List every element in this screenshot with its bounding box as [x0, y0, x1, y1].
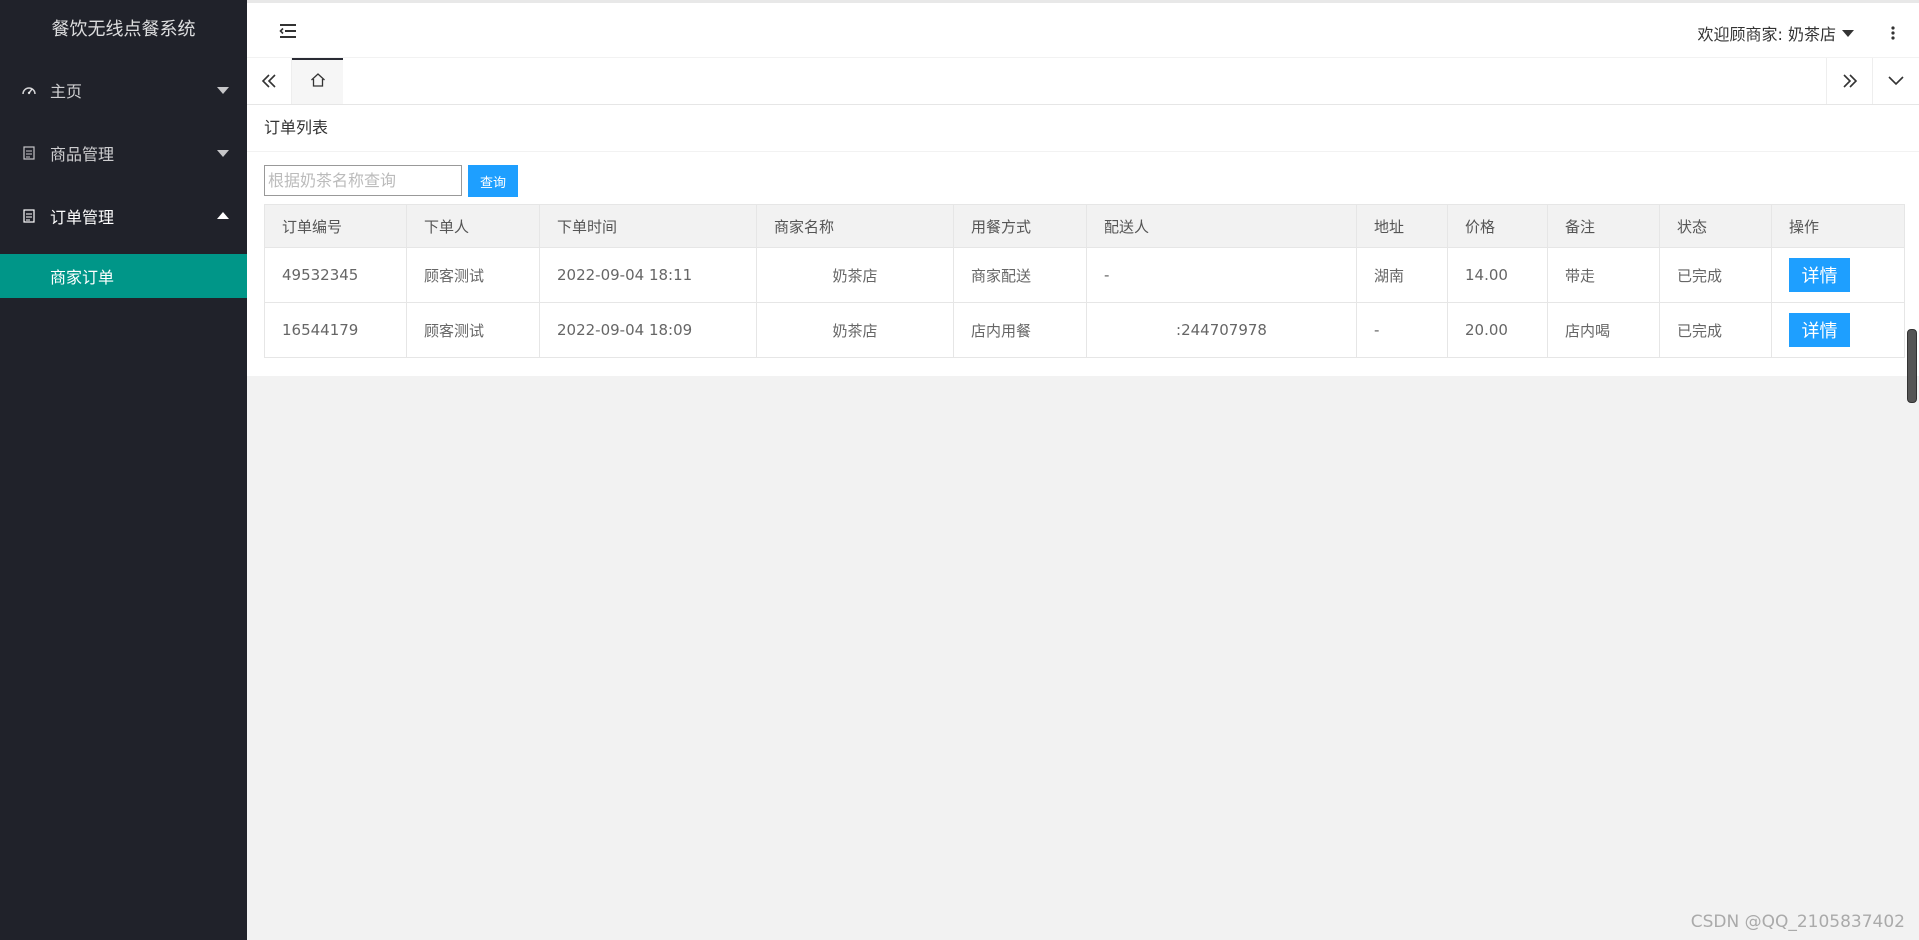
cell-customer: 顾客测试	[406, 247, 540, 303]
column-header: 下单人	[406, 204, 540, 248]
table-row: 16544179 顾客测试 2022-09-04 18:09 奶茶店 店内用餐 …	[264, 302, 1905, 358]
chevron-down-icon	[217, 150, 229, 157]
cell-price: 20.00	[1447, 302, 1548, 358]
menu-toggle-icon[interactable]	[279, 23, 297, 43]
column-header: 状态	[1659, 204, 1772, 248]
cell-status: 已完成	[1659, 247, 1772, 303]
column-header: 价格	[1447, 204, 1548, 248]
cell-time: 2022-09-04 18:11	[539, 247, 757, 303]
tabs-menu-chevron-down-icon[interactable]	[1872, 58, 1919, 104]
cell-action: 详情	[1771, 302, 1905, 358]
cell-courier: :244707978	[1086, 302, 1357, 358]
caret-down-icon	[1842, 29, 1854, 37]
tabs-scroll-left-icon[interactable]	[247, 58, 292, 104]
document-icon	[20, 146, 38, 160]
card-title: 订单列表	[247, 105, 1919, 152]
cell-merchant: 奶茶店	[756, 247, 954, 303]
chevron-up-icon	[217, 212, 229, 219]
search-input[interactable]	[264, 165, 462, 196]
column-header: 地址	[1356, 204, 1448, 248]
user-menu[interactable]: 欢迎顾商家: 奶茶店	[1698, 21, 1854, 45]
detail-button[interactable]: 详情	[1789, 313, 1850, 347]
order-list-card: 订单列表 查询 订单编号 下单人 下单时间 商家名称 用餐方式 配送人 地址 价…	[247, 105, 1919, 376]
more-vertical-icon[interactable]	[1891, 25, 1895, 44]
top-header: 欢迎顾商家: 奶茶店	[247, 0, 1919, 58]
welcome-text: 欢迎顾商家: 奶茶店	[1697, 25, 1836, 44]
cell-customer: 顾客测试	[406, 302, 540, 358]
sidebar-item-label: 订单管理	[50, 208, 115, 227]
column-header: 配送人	[1086, 204, 1357, 248]
cell-courier: -	[1086, 247, 1357, 303]
cell-note: 店内喝	[1547, 302, 1660, 358]
sidebar-item-products[interactable]: 商品管理	[0, 128, 247, 178]
watermark: CSDN @QQ_2105837402	[1690, 912, 1905, 932]
home-icon	[310, 72, 326, 92]
sidebar: 餐饮无线点餐系统 主页 商品管理 订单管理 商家订单	[0, 0, 247, 940]
sidebar-item-orders[interactable]: 订单管理	[0, 191, 247, 241]
sidebar-subitem-label: 商家订单	[50, 268, 115, 287]
table-header-row: 订单编号 下单人 下单时间 商家名称 用餐方式 配送人 地址 价格 备注 状态 …	[264, 204, 1905, 248]
table-row: 49532345 顾客测试 2022-09-04 18:11 奶茶店 商家配送 …	[264, 247, 1905, 303]
cell-price: 14.00	[1447, 247, 1548, 303]
cell-dining: 店内用餐	[953, 302, 1087, 358]
tabs-bar	[247, 58, 1919, 105]
cell-address: -	[1356, 302, 1448, 358]
column-header: 用餐方式	[953, 204, 1087, 248]
cell-status: 已完成	[1659, 302, 1772, 358]
cell-note: 带走	[1547, 247, 1660, 303]
sidebar-subitem-merchant-orders[interactable]: 商家订单	[0, 254, 247, 298]
tab-home[interactable]	[292, 58, 343, 104]
column-header: 商家名称	[756, 204, 954, 248]
detail-button[interactable]: 详情	[1789, 258, 1850, 292]
column-header: 操作	[1771, 204, 1905, 248]
dashboard-icon	[20, 82, 38, 98]
app-title: 餐饮无线点餐系统	[51, 19, 196, 40]
scrollbar-thumb[interactable]	[1907, 329, 1917, 403]
orders-table: 订单编号 下单人 下单时间 商家名称 用餐方式 配送人 地址 价格 备注 状态 …	[264, 204, 1905, 358]
chevron-down-icon	[217, 87, 229, 94]
cell-order-id: 16544179	[264, 302, 407, 358]
cell-action: 详情	[1771, 247, 1905, 303]
sidebar-item-label: 主页	[50, 82, 83, 101]
cell-dining: 商家配送	[953, 247, 1087, 303]
cell-time: 2022-09-04 18:09	[539, 302, 757, 358]
document-icon	[20, 209, 38, 223]
tabs-scroll-right-icon[interactable]	[1826, 58, 1873, 104]
cell-order-id: 49532345	[264, 247, 407, 303]
sidebar-item-label: 商品管理	[50, 145, 115, 164]
cell-merchant: 奶茶店	[756, 302, 954, 358]
search-button[interactable]: 查询	[468, 165, 518, 197]
column-header: 订单编号	[264, 204, 407, 248]
column-header: 下单时间	[539, 204, 757, 248]
sidebar-item-home[interactable]: 主页	[0, 65, 247, 115]
cell-address: 湖南	[1356, 247, 1448, 303]
column-header: 备注	[1547, 204, 1660, 248]
